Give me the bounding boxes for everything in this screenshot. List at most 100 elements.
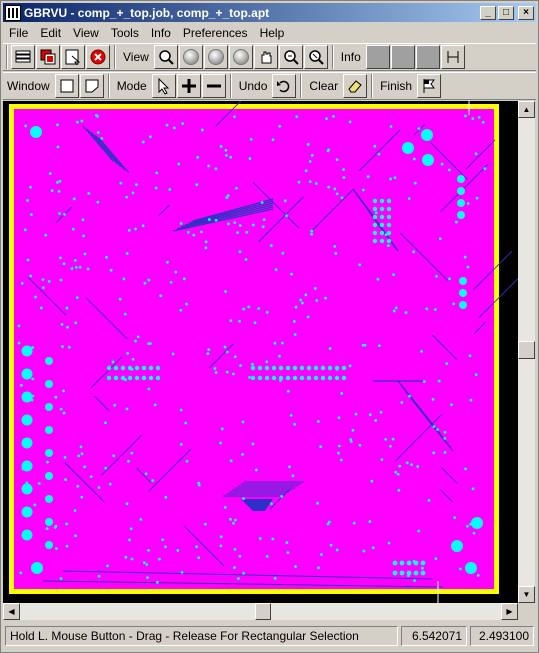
- pad: [21, 345, 33, 357]
- pad: [62, 389, 65, 393]
- finish-flag-icon[interactable]: [417, 74, 442, 98]
- pad: [248, 376, 251, 379]
- menu-view[interactable]: View: [67, 26, 105, 40]
- info-button-3[interactable]: [415, 45, 440, 69]
- pad: [335, 158, 339, 162]
- eraser-icon[interactable]: [343, 74, 368, 98]
- horizontal-scroll-thumb[interactable]: [255, 603, 271, 620]
- pad: [394, 470, 398, 474]
- zoom-fit-icon[interactable]: [153, 45, 178, 69]
- layers-icon[interactable]: [11, 45, 35, 69]
- pad: [229, 459, 233, 463]
- zoom-window-icon[interactable]: [178, 45, 203, 69]
- close-button[interactable]: ×: [518, 5, 534, 20]
- vertical-scroll-thumb[interactable]: [518, 341, 535, 359]
- menu-preferences[interactable]: Preferences: [177, 26, 254, 40]
- pad: [278, 354, 281, 358]
- menu-info[interactable]: Info: [145, 26, 177, 40]
- pad: [386, 238, 392, 244]
- pad: [79, 445, 83, 449]
- pad: [466, 265, 470, 269]
- pad: [66, 325, 69, 329]
- pad: [60, 322, 64, 326]
- scroll-left-button[interactable]: ◀: [3, 603, 20, 620]
- color-layers-icon[interactable]: [36, 45, 60, 69]
- pcb-drawing[interactable]: [3, 101, 518, 603]
- pad: [127, 459, 130, 463]
- pcb-canvas[interactable]: [3, 101, 518, 603]
- zoom-in-icon[interactable]: [203, 45, 228, 69]
- pad: [294, 565, 297, 568]
- pad: [74, 266, 78, 269]
- select-document-icon[interactable]: [61, 45, 85, 69]
- pad: [192, 233, 196, 237]
- pad: [89, 475, 93, 479]
- rectangle-select-icon[interactable]: [54, 74, 79, 98]
- pad: [348, 120, 352, 124]
- pointer-icon[interactable]: [151, 74, 176, 98]
- polygon-select-icon[interactable]: [79, 74, 104, 98]
- horizontal-scrollbar[interactable]: ◀ ▶: [3, 603, 518, 620]
- pad: [147, 278, 151, 282]
- pad: [265, 554, 269, 558]
- pad: [362, 188, 365, 192]
- pad: [233, 221, 237, 225]
- pad: [207, 348, 211, 351]
- pad: [141, 375, 147, 381]
- measure-icon[interactable]: [440, 45, 465, 69]
- pad: [417, 529, 421, 533]
- pad: [397, 488, 401, 492]
- pad: [180, 571, 184, 574]
- menu-edit[interactable]: Edit: [34, 26, 67, 40]
- pad: [139, 517, 143, 521]
- maximize-button[interactable]: □: [498, 5, 514, 20]
- title-bar[interactable]: GBRVU - comp_+_top.job, comp_+_top.apt _…: [3, 3, 536, 22]
- pad: [207, 218, 211, 221]
- pad: [224, 153, 228, 157]
- add-mode-icon[interactable]: [176, 74, 201, 98]
- zoom-area-icon[interactable]: [303, 45, 328, 69]
- pad: [291, 474, 295, 478]
- pad: [179, 308, 183, 312]
- pad: [144, 472, 148, 476]
- pad: [436, 428, 440, 431]
- pad: [148, 375, 154, 381]
- pad: [134, 339, 137, 343]
- menu-tools[interactable]: Tools: [105, 26, 145, 40]
- vertical-scrollbar[interactable]: ▲ ▼: [518, 101, 535, 603]
- pad: [87, 191, 91, 195]
- pad: [372, 238, 378, 244]
- scroll-up-button[interactable]: ▲: [518, 101, 535, 118]
- pad: [358, 443, 362, 447]
- pad: [265, 360, 269, 364]
- pad: [239, 364, 242, 368]
- info-button-1[interactable]: [365, 45, 390, 69]
- pad: [380, 458, 384, 462]
- zoom-out-icon[interactable]: [228, 45, 253, 69]
- info-button-2[interactable]: [390, 45, 415, 69]
- minimize-button[interactable]: _: [480, 5, 496, 20]
- pad: [31, 562, 43, 574]
- menu-help[interactable]: Help: [254, 26, 291, 40]
- pan-hand-icon[interactable]: [253, 45, 278, 69]
- subtract-mode-icon[interactable]: [201, 74, 226, 98]
- pad: [280, 341, 284, 345]
- pad: [386, 198, 392, 204]
- menu-file[interactable]: File: [3, 26, 34, 40]
- app-icon: [5, 4, 21, 21]
- zoom-previous-icon[interactable]: [278, 45, 303, 69]
- pad: [45, 426, 53, 434]
- pad: [273, 341, 277, 345]
- stop-icon[interactable]: [86, 45, 110, 69]
- pad: [465, 562, 477, 574]
- undo-icon[interactable]: [272, 74, 297, 98]
- pad: [233, 115, 236, 119]
- pad: [130, 557, 134, 561]
- pad: [195, 183, 199, 186]
- scroll-down-button[interactable]: ▼: [518, 586, 535, 603]
- pad: [21, 437, 33, 449]
- pad: [413, 560, 419, 566]
- pad: [464, 467, 467, 471]
- scroll-right-button[interactable]: ▶: [501, 603, 518, 620]
- pad: [408, 394, 411, 398]
